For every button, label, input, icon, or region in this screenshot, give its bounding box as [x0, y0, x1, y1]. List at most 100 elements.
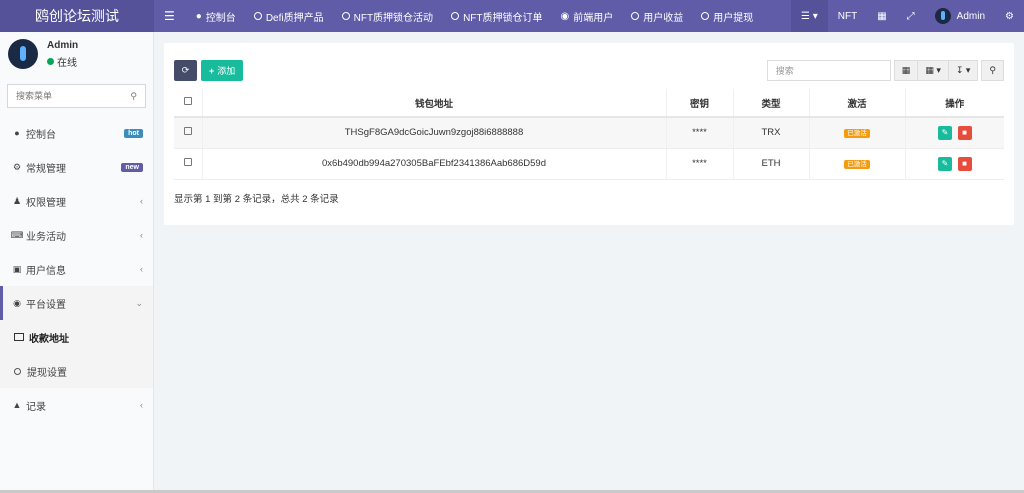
chevron-left-icon: ‹: [140, 196, 143, 206]
columns-button[interactable]: ▦ ▾: [917, 60, 948, 81]
circle-icon: [451, 12, 460, 20]
dashboard-icon: ●: [14, 128, 20, 138]
actions-cell: ✎ ■: [905, 117, 1004, 149]
user-circle-icon: ◉: [560, 10, 570, 22]
export-button[interactable]: ↧ ▾: [947, 60, 979, 81]
topnav-item-defi[interactable]: Defi质押产品: [245, 0, 333, 32]
new-badge: new: [121, 162, 143, 172]
pencil-icon: ✎: [941, 159, 949, 168]
sidebar-item-label: 业务活动: [26, 231, 66, 243]
delete-button[interactable]: ■: [957, 125, 972, 140]
sidebar-item-label: 平台设置: [26, 299, 66, 311]
circle-icon: [631, 12, 640, 20]
row-checkbox[interactable]: [183, 127, 192, 136]
edit-button[interactable]: ✎: [937, 156, 952, 171]
sidebar-item-user-info[interactable]: ▣ 用户信息 ‹: [0, 252, 153, 286]
search-icon[interactable]: ⚲: [130, 91, 137, 102]
topnav-label: NFT质押锁仓活动: [353, 12, 434, 24]
topnav-admin[interactable]: Admin: [925, 0, 995, 32]
table-toolbar: ⟳ + 添加: [174, 60, 244, 81]
table-search-input[interactable]: 搜索: [766, 60, 891, 81]
avatar: [934, 8, 951, 24]
hot-badge: hot: [124, 128, 143, 138]
row-select-cell: [174, 117, 203, 149]
address-table: 钱包地址 密钥 类型 激活 操作 THSgF8GA9dcGoicJuwn9zgo…: [174, 89, 1004, 180]
sidebar-item-dashboard[interactable]: ● 控制台 hot: [0, 116, 153, 150]
header-secret[interactable]: 密钥: [666, 89, 734, 118]
edit-button[interactable]: ✎: [937, 125, 952, 140]
row-checkbox[interactable]: [183, 158, 192, 166]
sidebar-toggle-icon[interactable]: ☰: [154, 0, 187, 32]
refresh-button[interactable]: ⟳: [174, 60, 197, 81]
header-status[interactable]: 激活: [809, 89, 906, 118]
type-cell: ETH: [733, 148, 810, 180]
sidebar-item-records[interactable]: ▲ 记录 ‹: [0, 388, 153, 422]
sidebar-item-general[interactable]: ⚙ 常规管理 new: [0, 150, 153, 184]
user-status: 在线: [47, 54, 78, 69]
sidebar-item-label: 记录: [26, 401, 46, 413]
main-panel: ⟳ + 添加 搜索 ▦ ▦ ▾ ↧ ▾ ⚲ 钱包地址 密钥 类型 激活 操作 T…: [164, 43, 1014, 225]
trash-icon: ■: [962, 128, 967, 138]
sidebar-item-label: 常规管理: [26, 163, 66, 175]
status-cell: 已激活: [809, 148, 906, 180]
select-all-cell: [174, 89, 203, 118]
topnav-label: 用户收益: [643, 12, 684, 24]
sidebar-item-business[interactable]: ⌨ 业务活动 ‹: [0, 218, 153, 252]
pagination-info: 显示第 1 到第 2 条记录，总共 2 条记录: [174, 194, 339, 205]
search-toggle-button[interactable]: ⚲: [981, 60, 1004, 81]
refresh-icon: ⟳: [181, 65, 190, 75]
fullscreen-icon[interactable]: ⤢: [897, 0, 925, 32]
menu-search-box: ⚲: [7, 84, 146, 108]
table-row[interactable]: THSgF8GA9dcGoicJuwn9zgoj88i6888888 **** …: [174, 117, 1004, 149]
sidebar-subitem-withdraw-settings[interactable]: 提现设置: [0, 354, 153, 388]
sidebar-subitem-receive-address[interactable]: 收款地址: [0, 320, 153, 354]
address-cell: THSgF8GA9dcGoicJuwn9zgoj88i6888888: [202, 117, 667, 149]
topnav-nft[interactable]: NFT: [828, 0, 867, 32]
dot-circle-icon: ◉: [13, 297, 21, 308]
sidebar-item-platform[interactable]: ◉ 平台设置 ⌄: [0, 286, 153, 320]
app-title[interactable]: 鸥创论坛测试: [0, 0, 154, 32]
table-row[interactable]: 0x6b490db994a270305BaFEbf2341386Aab686D5…: [174, 148, 1004, 180]
platform-submenu: 收款地址 提现设置: [0, 320, 153, 388]
top-navbar: 鸥创论坛测试 ☰ ● 控制台 Defi质押产品 NFT质押锁仓活动 NFT质押锁…: [0, 0, 1024, 32]
select-all-checkbox[interactable]: [183, 97, 192, 105]
header-type[interactable]: 类型: [733, 89, 810, 118]
online-dot-icon: [47, 57, 54, 65]
add-button[interactable]: + 添加: [201, 60, 244, 81]
menu-search-input[interactable]: [16, 91, 131, 101]
keyboard-icon: ⌨: [10, 229, 24, 240]
book-icon[interactable]: ▦: [867, 0, 896, 32]
delete-button[interactable]: ■: [957, 156, 972, 171]
toggle-view-button[interactable]: ▦: [893, 60, 918, 81]
id-badge-icon: ▣: [12, 263, 22, 274]
gear-icon[interactable]: ⚙: [995, 0, 1024, 32]
topnav-label: NFT质押锁仓订单: [463, 12, 543, 24]
sidebar-item-label: 控制台: [26, 129, 56, 141]
topnav-label: 用户提现: [713, 12, 754, 24]
circle-icon: [253, 12, 262, 20]
trash-icon: ■: [962, 159, 967, 168]
actions-cell: ✎ ■: [905, 148, 1004, 180]
topnav-item-nft-activity[interactable]: NFT质押锁仓活动: [333, 0, 442, 32]
topnav-item-user-earnings[interactable]: 用户收益: [622, 0, 692, 32]
admin-label: Admin: [956, 10, 986, 22]
topnav-right: ☰ ▾ NFT ▦ ⤢ Admin ⚙: [791, 0, 1024, 32]
topnav-item-user-withdraw[interactable]: 用户提现: [692, 0, 762, 32]
topnav-item-frontend-users[interactable]: ◉ 前端用户: [552, 0, 623, 32]
chevron-left-icon: ‹: [140, 264, 143, 274]
secret-cell: ****: [666, 117, 734, 149]
dashboard-icon: ●: [195, 10, 202, 22]
topnav-item-nft-orders[interactable]: NFT质押锁仓订单: [442, 0, 551, 32]
table-icon: ▦: [901, 65, 911, 75]
status-badge[interactable]: 已激活: [844, 129, 870, 139]
sidebar-item-permissions[interactable]: ♟ 权限管理 ‹: [0, 184, 153, 218]
chevron-down-icon: ⌄: [135, 297, 143, 308]
list-menu-icon[interactable]: ☰ ▾: [791, 0, 828, 32]
type-cell: TRX: [733, 117, 810, 149]
topnav-item-dashboard[interactable]: ● 控制台: [187, 0, 245, 32]
search-icon: ⚲: [989, 65, 996, 75]
status-badge[interactable]: 已激活: [844, 160, 870, 169]
top-nav: ☰ ● 控制台 Defi质押产品 NFT质押锁仓活动 NFT质押锁仓订单 ◉ 前…: [154, 0, 1024, 32]
header-address[interactable]: 钱包地址: [202, 89, 667, 118]
topnav-label: 控制台: [205, 12, 236, 24]
